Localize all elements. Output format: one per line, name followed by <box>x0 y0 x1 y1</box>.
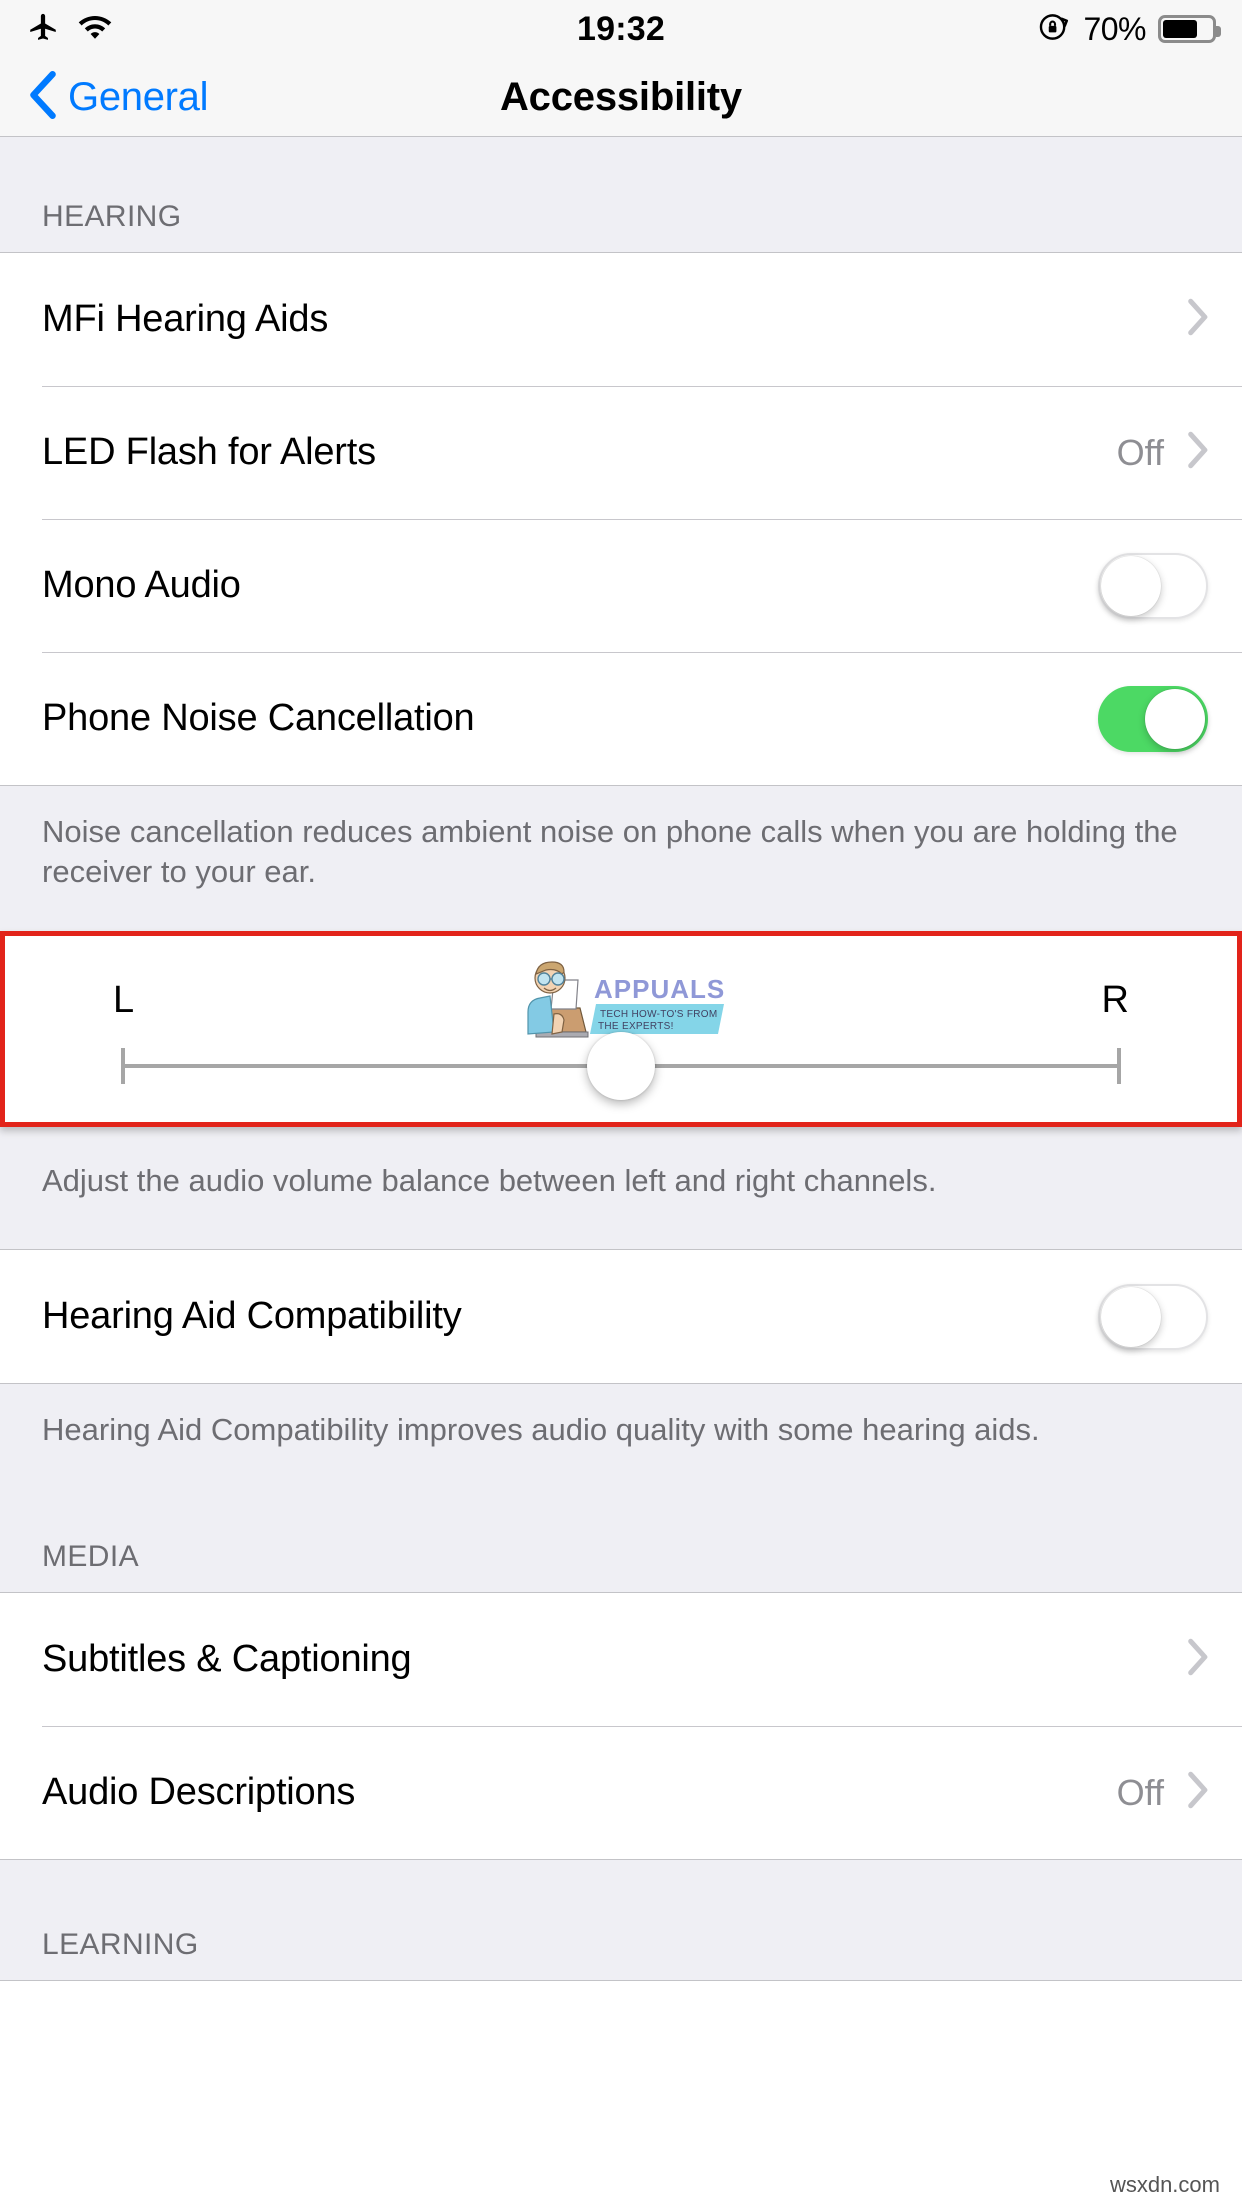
row-label: Mono Audio <box>42 564 241 606</box>
section-footer-noise-cancellation: Noise cancellation reduces ambient noise… <box>0 786 1242 931</box>
section-header-media: MEDIA <box>0 1512 1242 1592</box>
row-audio-descriptions[interactable]: Audio Descriptions Off <box>0 1726 1242 1859</box>
slider-thumb[interactable] <box>587 1032 655 1100</box>
svg-text:THE EXPERTS!: THE EXPERTS! <box>598 1021 674 1032</box>
row-label: LED Flash for Alerts <box>42 431 376 473</box>
row-label: MFi Hearing Aids <box>42 298 329 340</box>
hearing-aid-cell-group: Hearing Aid Compatibility <box>0 1249 1242 1384</box>
row-phone-noise-cancellation[interactable]: Phone Noise Cancellation <box>0 652 1242 785</box>
appuals-watermark: APPUALS TECH HOW-TO'S FROM THE EXPERTS! <box>506 954 736 1040</box>
chevron-left-icon <box>28 70 58 124</box>
highlight-box: L R APPUALS TECH HOW-TO'S FROM THE EXPER… <box>0 931 1242 1127</box>
status-bar-clock: 19:32 <box>577 9 665 48</box>
battery-percent-label: 70% <box>1083 10 1146 47</box>
row-label: Audio Descriptions <box>42 1771 356 1813</box>
rotation-lock-icon <box>1037 10 1071 49</box>
media-cell-group: Subtitles & Captioning Audio Description… <box>0 1592 1242 1860</box>
airplane-icon <box>26 10 60 49</box>
toggle-knob <box>1101 1286 1161 1347</box>
navigation-bar: General Accessibility <box>0 58 1242 137</box>
row-mono-audio[interactable]: Mono Audio <box>0 519 1242 652</box>
row-accessory: Off <box>1117 431 1208 474</box>
section-header-learning: LEARNING <box>0 1860 1242 1980</box>
svg-text:APPUALS: APPUALS <box>594 974 725 1004</box>
battery-icon <box>1158 15 1221 43</box>
row-mfi-hearing-aids[interactable]: MFi Hearing Aids <box>0 253 1242 386</box>
row-accessory <box>1098 1283 1208 1350</box>
row-label: Subtitles & Captioning <box>42 1638 412 1680</box>
row-value: Off <box>1116 431 1164 473</box>
balance-right-label: R <box>1101 979 1129 1021</box>
row-value: Off <box>1116 1771 1164 1813</box>
balance-slider[interactable] <box>121 1032 1121 1100</box>
hearing-aid-compatibility-toggle[interactable] <box>1098 1283 1208 1350</box>
status-bar-left <box>26 10 112 49</box>
row-accessory <box>1098 552 1208 619</box>
status-bar: 19:32 70% <box>0 0 1242 58</box>
wifi-icon <box>78 13 112 46</box>
section-header-hearing: HEARING <box>0 137 1242 252</box>
row-hearing-aid-compatibility[interactable]: Hearing Aid Compatibility <box>0 1250 1242 1383</box>
row-accessory <box>1186 298 1208 341</box>
chevron-right-icon <box>1186 431 1208 474</box>
site-watermark: wsxdn.com <box>1109 2172 1220 2197</box>
chevron-right-icon <box>1186 1638 1208 1681</box>
row-label: Hearing Aid Compatibility <box>42 1295 462 1337</box>
status-bar-right: 70% <box>1037 10 1221 49</box>
slider-tick-left <box>121 1048 125 1084</box>
chevron-right-icon <box>1186 298 1208 341</box>
svg-text:TECH HOW-TO'S FROM: TECH HOW-TO'S FROM <box>600 1009 718 1020</box>
phone-noise-cancellation-toggle[interactable] <box>1098 685 1208 752</box>
slider-tick-right <box>1117 1048 1121 1084</box>
mono-audio-toggle[interactable] <box>1098 552 1208 619</box>
row-accessory <box>1098 685 1208 752</box>
row-label: Phone Noise Cancellation <box>42 697 475 739</box>
balance-left-label: L <box>113 979 135 1021</box>
row-led-flash-for-alerts[interactable]: LED Flash for Alerts Off <box>0 386 1242 519</box>
hearing-cell-group: MFi Hearing Aids LED Flash for Alerts Of… <box>0 252 1242 786</box>
toggle-knob <box>1101 555 1161 616</box>
section-footer-hearing-aid: Hearing Aid Compatibility improves audio… <box>0 1384 1242 1512</box>
balance-section: L R APPUALS TECH HOW-TO'S FROM THE EXPER… <box>0 931 1242 1127</box>
row-accessory: Off <box>1117 1771 1208 1814</box>
chevron-right-icon <box>1186 1771 1208 1814</box>
iphone-settings-screen: 19:32 70% General Accessibility HEARING … <box>0 0 1242 2208</box>
row-accessory <box>1186 1638 1208 1681</box>
back-button[interactable]: General <box>0 70 209 124</box>
back-button-label: General <box>68 74 209 119</box>
row-subtitles-and-captioning[interactable]: Subtitles & Captioning <box>0 1593 1242 1726</box>
learning-cell-group <box>0 1980 1242 2060</box>
toggle-knob <box>1145 688 1205 749</box>
section-footer-balance: Adjust the audio volume balance between … <box>0 1127 1242 1249</box>
balance-cell: L R APPUALS TECH HOW-TO'S FROM THE EXPER… <box>5 936 1237 1122</box>
